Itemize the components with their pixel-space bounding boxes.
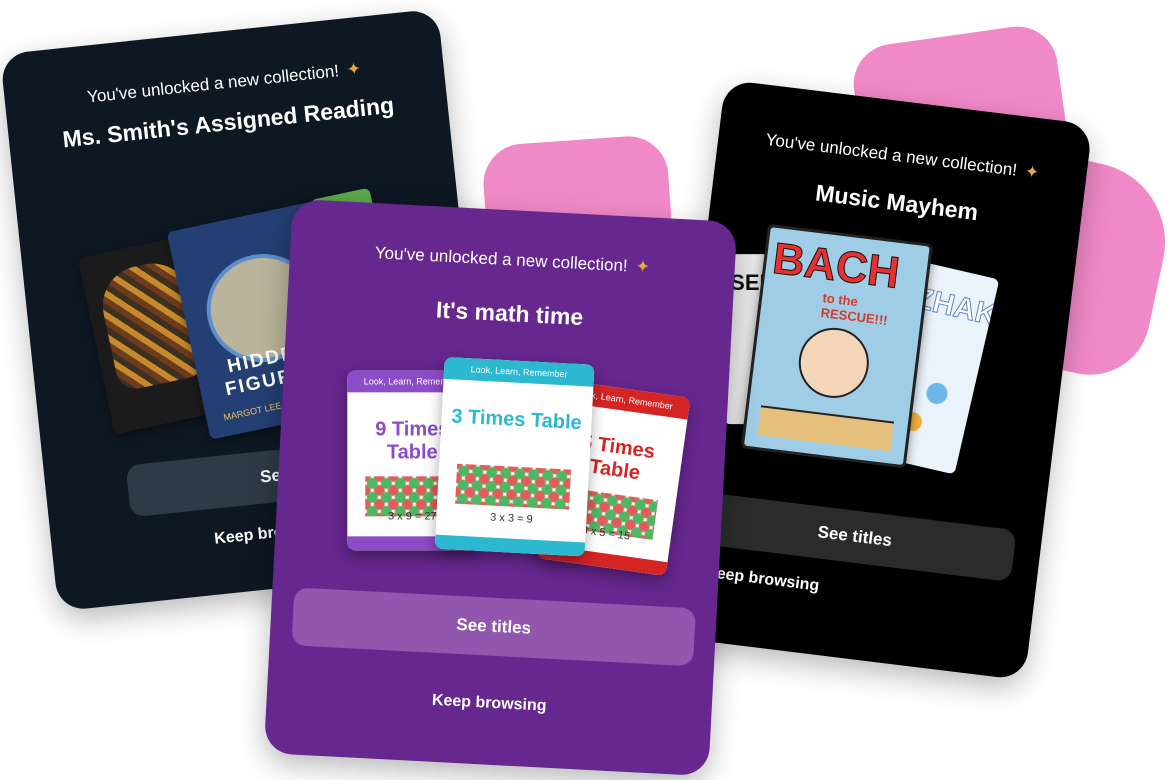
party-popper-icon: ✦ xyxy=(635,256,651,277)
book-cover-bach-to-the-rescue: BACH to the RESCUE!!! xyxy=(740,223,933,469)
unlocked-message: You've unlocked a new collection! ✦ xyxy=(374,243,651,277)
party-popper-icon: ✦ xyxy=(345,58,363,80)
see-titles-button[interactable]: See titles xyxy=(291,587,696,667)
keep-browsing-link[interactable]: Keep browsing xyxy=(267,683,712,724)
party-popper-icon: ✦ xyxy=(1023,161,1041,183)
collection-card-math-time: You've unlocked a new collection! ✦ It's … xyxy=(263,198,738,777)
collection-title: It's math time xyxy=(435,296,584,331)
book-cover-3-times-table: Look, Learn, Remember 3 Times Table 3 x … xyxy=(434,356,595,557)
